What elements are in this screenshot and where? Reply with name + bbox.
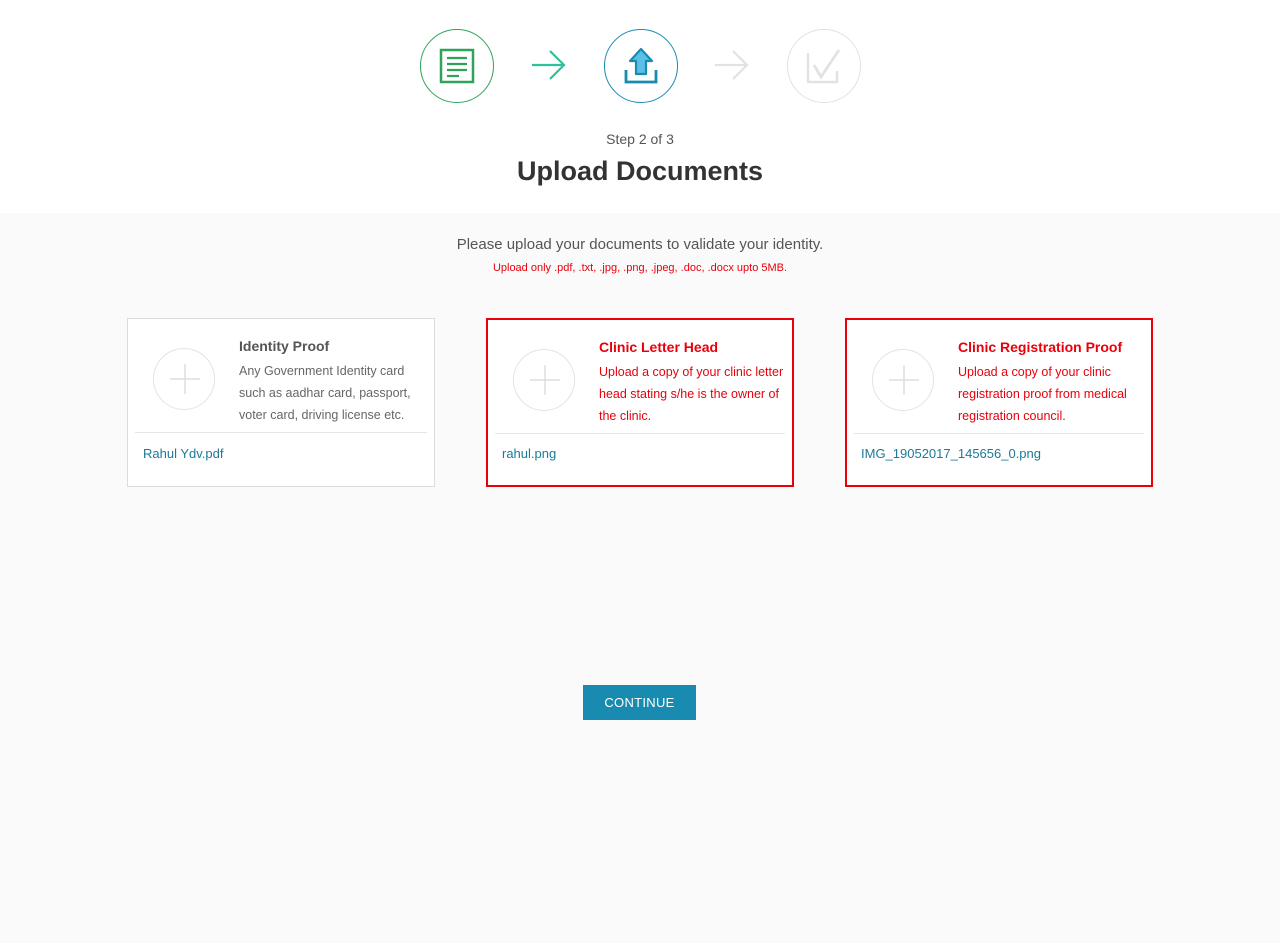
uploaded-file-link[interactable]: Rahul Ydv.pdf (143, 446, 223, 461)
step-2-active (604, 29, 678, 103)
card-description: Upload a copy of your clinic registratio… (958, 365, 1127, 423)
arrow-right-icon (532, 50, 566, 80)
card-title: Clinic Registration Proof (958, 339, 1123, 355)
plus-icon (530, 365, 560, 395)
add-file-button[interactable] (513, 349, 575, 411)
divider (854, 433, 1144, 434)
card-title: Identity Proof (239, 338, 330, 354)
plus-icon (170, 364, 200, 394)
divider (135, 432, 427, 433)
intro-text: Please upload your documents to validate… (456, 236, 824, 253)
document-form-icon (439, 48, 475, 84)
card-title: Clinic Letter Head (599, 339, 719, 355)
continue-button[interactable]: CONTINUE (583, 685, 696, 720)
step-3-pending (787, 29, 861, 103)
stepper-header: Step 2 of 3 Upload Documents (0, 0, 1280, 213)
step-counter: Step 2 of 3 (606, 131, 674, 147)
divider (495, 433, 785, 434)
upload-icon (624, 47, 658, 84)
card-description: Any Government Identity card such as aad… (239, 364, 411, 422)
uploaded-file-link[interactable]: rahul.png (502, 446, 556, 461)
card-description: Upload a copy of your clinic letter head… (599, 365, 784, 423)
add-file-button[interactable] (872, 349, 934, 411)
checkmark-icon (806, 49, 841, 84)
add-file-button[interactable] (153, 348, 215, 410)
plus-icon (889, 365, 919, 395)
arrow-right-icon (715, 50, 749, 80)
document-card-clinic-letter-head: Clinic Letter Head Upload a copy of your… (486, 318, 794, 487)
uploaded-file-link[interactable]: IMG_19052017_145656_0.png (861, 446, 1041, 461)
document-card-identity-proof: Identity Proof Any Government Identity c… (127, 318, 435, 487)
page-title: Upload Documents (516, 156, 764, 186)
step-1-complete (420, 29, 494, 103)
file-type-note: Upload only .pdf, .txt, .jpg, .png, .jpe… (492, 262, 788, 274)
document-card-clinic-registration-proof: Clinic Registration Proof Upload a copy … (845, 318, 1153, 487)
